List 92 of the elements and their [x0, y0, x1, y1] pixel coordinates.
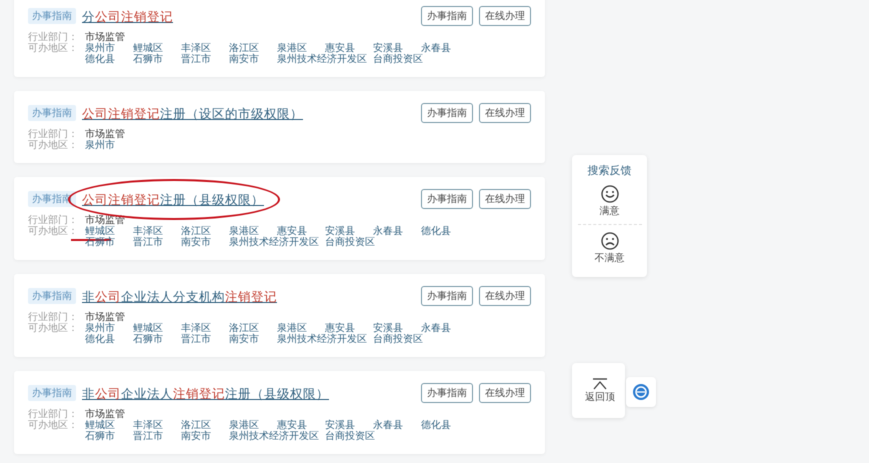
region-link[interactable]: 洛江区: [229, 43, 277, 54]
action-button[interactable]: 办事指南: [421, 189, 473, 209]
field-label: 行业部门：: [28, 409, 79, 420]
region-link[interactable]: 晋江市: [181, 54, 229, 65]
region-link[interactable]: 泉州市: [85, 323, 133, 334]
action-button[interactable]: 办事指南: [421, 286, 473, 306]
region-link[interactable]: 南安市: [229, 334, 277, 345]
region-link[interactable]: 永春县: [373, 420, 421, 431]
field-label: 可办地区：: [28, 43, 79, 56]
region-link[interactable]: 泉港区: [229, 420, 277, 431]
region-link[interactable]: 永春县: [421, 323, 469, 334]
region-link[interactable]: 德化县: [85, 54, 133, 65]
guide-tag: 办事指南: [28, 105, 76, 121]
region-link[interactable]: 惠安县: [325, 323, 373, 334]
region-link[interactable]: 安溪县: [373, 323, 421, 334]
region-link[interactable]: 丰泽区: [181, 43, 229, 54]
action-button[interactable]: 在线办理: [479, 383, 531, 403]
region-link[interactable]: 鲤城区: [133, 43, 181, 54]
field-label: 行业部门：: [28, 129, 79, 140]
circle-logo-icon: [632, 383, 650, 401]
action-button[interactable]: 在线办理: [479, 189, 531, 209]
region-link[interactable]: 晋江市: [133, 431, 181, 442]
region-link[interactable]: 晋江市: [181, 334, 229, 345]
department-value: 市场监管: [85, 409, 125, 420]
region-link[interactable]: 泉港区: [277, 323, 325, 334]
field-label: 可办地区：: [28, 323, 79, 336]
action-button[interactable]: 在线办理: [479, 6, 531, 26]
region-link[interactable]: 鲤城区: [133, 323, 181, 334]
region-link[interactable]: 德化县: [421, 226, 469, 237]
region-link[interactable]: 泉港区: [277, 43, 325, 54]
region-link[interactable]: 德化县: [421, 420, 469, 431]
field-label: 行业部门：: [28, 215, 79, 226]
region-link[interactable]: 丰泽区: [133, 226, 181, 237]
smiley-face-icon: [600, 184, 620, 204]
guide-tag: 办事指南: [28, 385, 76, 401]
region-link[interactable]: 石狮市: [85, 431, 133, 442]
action-button[interactable]: 办事指南: [421, 103, 473, 123]
region-link[interactable]: 洛江区: [181, 420, 229, 431]
region-link[interactable]: 泉州技术经济开发区: [229, 237, 325, 248]
region-link[interactable]: 泉州技术经济开发区: [277, 334, 373, 345]
region-link[interactable]: 丰泽区: [181, 323, 229, 334]
region-link[interactable]: 鲤城区: [85, 420, 133, 431]
up-chevron-icon: [592, 378, 608, 390]
feedback-title: 搜索反馈: [588, 163, 632, 178]
action-button[interactable]: 在线办理: [479, 286, 531, 306]
field-label: 可办地区：: [28, 420, 79, 433]
department-value: 市场监管: [85, 32, 125, 43]
region-link[interactable]: 泉港区: [229, 226, 277, 237]
region-link[interactable]: 台商投资区: [373, 54, 469, 65]
region-link[interactable]: 安溪县: [373, 43, 421, 54]
department-value: 市场监管: [85, 129, 125, 140]
sad-face-icon: [600, 231, 620, 251]
action-button[interactable]: 在线办理: [479, 103, 531, 123]
assistant-button[interactable]: [626, 377, 656, 407]
result-title-link[interactable]: 分公司注销登记: [82, 9, 173, 24]
field-label: 行业部门：: [28, 312, 79, 323]
region-link[interactable]: 永春县: [373, 226, 421, 237]
region-link[interactable]: 洛江区: [181, 226, 229, 237]
back-to-top-button[interactable]: 返回顶: [572, 363, 625, 418]
region-link[interactable]: 台商投资区: [325, 237, 421, 248]
action-button[interactable]: 办事指南: [421, 383, 473, 403]
region-link[interactable]: 台商投资区: [373, 334, 469, 345]
region-link[interactable]: 南安市: [181, 431, 229, 442]
region-link[interactable]: 惠安县: [325, 43, 373, 54]
guide-tag: 办事指南: [28, 288, 76, 304]
guide-tag: 办事指南: [28, 8, 76, 24]
field-label: 可办地区：: [28, 226, 79, 239]
region-link[interactable]: 泉州市: [85, 140, 133, 151]
field-label: 可办地区：: [28, 140, 79, 151]
field-label: 行业部门：: [28, 32, 79, 43]
feedback-option[interactable]: 满意: [578, 178, 642, 224]
region-link[interactable]: 石狮市: [133, 54, 181, 65]
region-link[interactable]: 永春县: [421, 43, 469, 54]
region-link[interactable]: 鲤城区: [85, 226, 133, 237]
region-link[interactable]: 德化县: [85, 334, 133, 345]
region-link[interactable]: 泉州技术经济开发区: [229, 431, 325, 442]
region-link[interactable]: 南安市: [229, 54, 277, 65]
region-link[interactable]: 安溪县: [325, 420, 373, 431]
region-link[interactable]: 洛江区: [229, 323, 277, 334]
action-button[interactable]: 办事指南: [421, 6, 473, 26]
department-value: 市场监管: [85, 312, 125, 323]
region-link[interactable]: 台商投资区: [325, 431, 421, 442]
region-link[interactable]: 丰泽区: [133, 420, 181, 431]
region-link[interactable]: 南安市: [181, 237, 229, 248]
region-link[interactable]: 晋江市: [133, 237, 181, 248]
region-link[interactable]: 泉州市: [85, 43, 133, 54]
region-link[interactable]: 安溪县: [325, 226, 373, 237]
feedback-option[interactable]: 不满意: [578, 224, 642, 271]
region-link[interactable]: 石狮市: [133, 334, 181, 345]
region-link[interactable]: 惠安县: [277, 420, 325, 431]
region-link[interactable]: 泉州技术经济开发区: [277, 54, 373, 65]
region-link[interactable]: 惠安县: [277, 226, 325, 237]
